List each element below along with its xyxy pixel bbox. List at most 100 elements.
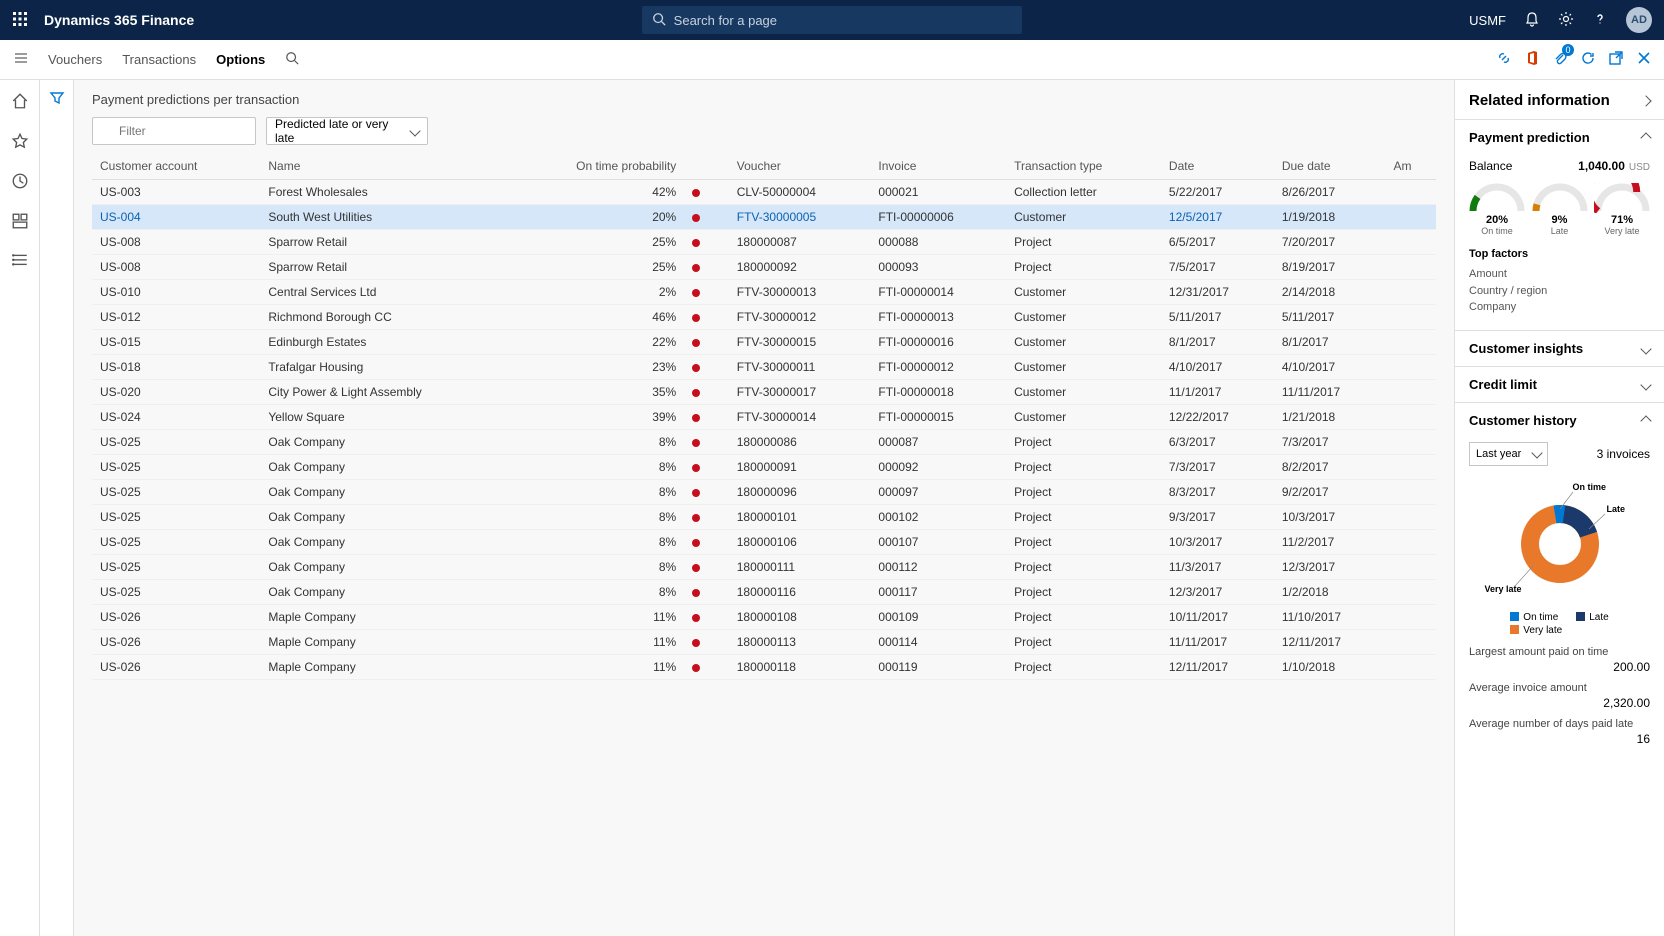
search-small-icon[interactable]: [285, 51, 299, 68]
office-icon[interactable]: [1524, 50, 1540, 69]
cell-voucher[interactable]: 180000108: [729, 605, 871, 630]
column-header[interactable]: Am: [1385, 153, 1436, 180]
table-row[interactable]: US-025Oak Company8%180000091000092Projec…: [92, 455, 1436, 480]
cell-voucher[interactable]: 180000092: [729, 255, 871, 280]
bell-icon[interactable]: [1524, 11, 1540, 30]
table-row[interactable]: US-025Oak Company8%180000116000117Projec…: [92, 580, 1436, 605]
tab-transactions[interactable]: Transactions: [122, 50, 196, 69]
refresh-icon[interactable]: [1580, 50, 1596, 69]
cell-account[interactable]: US-025: [92, 580, 260, 605]
star-icon[interactable]: [11, 132, 29, 150]
cell-voucher[interactable]: FTV-30000011: [729, 355, 871, 380]
cell-account[interactable]: US-012: [92, 305, 260, 330]
cell-voucher[interactable]: 180000111: [729, 555, 871, 580]
modules-icon[interactable]: [11, 252, 29, 270]
cell-voucher[interactable]: 180000113: [729, 630, 871, 655]
cell-account[interactable]: US-026: [92, 630, 260, 655]
customer-history-header[interactable]: Customer history: [1455, 403, 1664, 438]
table-row[interactable]: US-026Maple Company11%180000108000109Pro…: [92, 605, 1436, 630]
cell-account[interactable]: US-025: [92, 430, 260, 455]
table-row[interactable]: US-008Sparrow Retail25%180000092000093Pr…: [92, 255, 1436, 280]
tab-vouchers[interactable]: Vouchers: [48, 50, 102, 69]
cell-voucher[interactable]: 180000101: [729, 505, 871, 530]
help-icon[interactable]: [1592, 11, 1608, 30]
column-header[interactable]: Transaction type: [1006, 153, 1161, 180]
tab-options[interactable]: Options: [216, 50, 265, 69]
table-row[interactable]: US-025Oak Company8%180000101000102Projec…: [92, 505, 1436, 530]
table-row[interactable]: US-025Oak Company8%180000096000097Projec…: [92, 480, 1436, 505]
cell-voucher[interactable]: FTV-30000005: [729, 205, 871, 230]
cell-voucher[interactable]: 180000086: [729, 430, 871, 455]
link-icon[interactable]: [1496, 50, 1512, 69]
cell-account[interactable]: US-008: [92, 230, 260, 255]
cell-voucher[interactable]: FTV-30000014: [729, 405, 871, 430]
table-row[interactable]: US-026Maple Company11%180000118000119Pro…: [92, 655, 1436, 680]
table-row[interactable]: US-025Oak Company8%180000111000112Projec…: [92, 555, 1436, 580]
cell-account[interactable]: US-025: [92, 455, 260, 480]
cell-voucher[interactable]: CLV-50000004: [729, 180, 871, 205]
cell-account[interactable]: US-026: [92, 655, 260, 680]
cell-voucher[interactable]: 180000118: [729, 655, 871, 680]
column-header[interactable]: Date: [1161, 153, 1274, 180]
cell-account[interactable]: US-018: [92, 355, 260, 380]
attach-icon[interactable]: [1552, 50, 1568, 69]
cell-account[interactable]: US-010: [92, 280, 260, 305]
table-row[interactable]: US-025Oak Company8%180000086000087Projec…: [92, 430, 1436, 455]
cell-account[interactable]: US-008: [92, 255, 260, 280]
column-header[interactable]: Voucher: [729, 153, 871, 180]
cell-account[interactable]: US-025: [92, 505, 260, 530]
cell-voucher[interactable]: 180000087: [729, 230, 871, 255]
table-row[interactable]: US-024Yellow Square39%FTV-30000014FTI-00…: [92, 405, 1436, 430]
table-row[interactable]: US-012Richmond Borough CC46%FTV-30000012…: [92, 305, 1436, 330]
company-code[interactable]: USMF: [1469, 13, 1506, 28]
cell-voucher[interactable]: FTV-30000013: [729, 280, 871, 305]
cell-account[interactable]: US-020: [92, 380, 260, 405]
customer-insights-header[interactable]: Customer insights: [1455, 331, 1664, 366]
cell-voucher[interactable]: 180000096: [729, 480, 871, 505]
cell-voucher[interactable]: FTV-30000015: [729, 330, 871, 355]
cell-account[interactable]: US-003: [92, 180, 260, 205]
credit-limit-header[interactable]: Credit limit: [1455, 367, 1664, 402]
gear-icon[interactable]: [1558, 11, 1574, 30]
related-info-header[interactable]: Related information: [1455, 80, 1664, 119]
table-row[interactable]: US-018Trafalgar Housing23%FTV-30000011FT…: [92, 355, 1436, 380]
table-row[interactable]: US-026Maple Company11%180000113000114Pro…: [92, 630, 1436, 655]
column-header[interactable]: Invoice: [870, 153, 1006, 180]
column-header[interactable]: [684, 153, 729, 180]
table-row[interactable]: US-008Sparrow Retail25%180000087000088Pr…: [92, 230, 1436, 255]
prediction-filter-dropdown[interactable]: Predicted late or very late: [266, 117, 428, 145]
avatar[interactable]: AD: [1626, 7, 1652, 33]
cell-voucher[interactable]: FTV-30000012: [729, 305, 871, 330]
app-launcher-icon[interactable]: [0, 12, 40, 29]
grid-filter-input[interactable]: [92, 117, 256, 145]
global-search[interactable]: Search for a page: [642, 6, 1022, 34]
table-row[interactable]: US-010Central Services Ltd2%FTV-30000013…: [92, 280, 1436, 305]
table-row[interactable]: US-003Forest Wholesales42%CLV-5000000400…: [92, 180, 1436, 205]
hamburger-icon[interactable]: [14, 51, 28, 68]
cell-account[interactable]: US-004: [92, 205, 260, 230]
cell-voucher[interactable]: 180000106: [729, 530, 871, 555]
cell-voucher[interactable]: FTV-30000017: [729, 380, 871, 405]
cell-account[interactable]: US-025: [92, 555, 260, 580]
close-icon[interactable]: [1636, 50, 1652, 69]
column-header[interactable]: On time probability: [512, 153, 684, 180]
column-header[interactable]: Due date: [1274, 153, 1386, 180]
cell-account[interactable]: US-024: [92, 405, 260, 430]
payment-prediction-header[interactable]: Payment prediction: [1455, 120, 1664, 155]
table-row[interactable]: US-020City Power & Light Assembly35%FTV-…: [92, 380, 1436, 405]
table-row[interactable]: US-025Oak Company8%180000106000107Projec…: [92, 530, 1436, 555]
popout-icon[interactable]: [1608, 50, 1624, 69]
recent-icon[interactable]: [11, 172, 29, 190]
cell-account[interactable]: US-025: [92, 530, 260, 555]
cell-account[interactable]: US-026: [92, 605, 260, 630]
cell-account[interactable]: US-025: [92, 480, 260, 505]
column-header[interactable]: Customer account: [92, 153, 260, 180]
history-range-select[interactable]: Last year: [1469, 442, 1548, 466]
cell-account[interactable]: US-015: [92, 330, 260, 355]
filter-pane-toggle[interactable]: [40, 80, 74, 936]
table-row[interactable]: US-004South West Utilities20%FTV-3000000…: [92, 205, 1436, 230]
cell-voucher[interactable]: 180000116: [729, 580, 871, 605]
column-header[interactable]: Name: [260, 153, 512, 180]
home-icon[interactable]: [11, 92, 29, 110]
cell-voucher[interactable]: 180000091: [729, 455, 871, 480]
